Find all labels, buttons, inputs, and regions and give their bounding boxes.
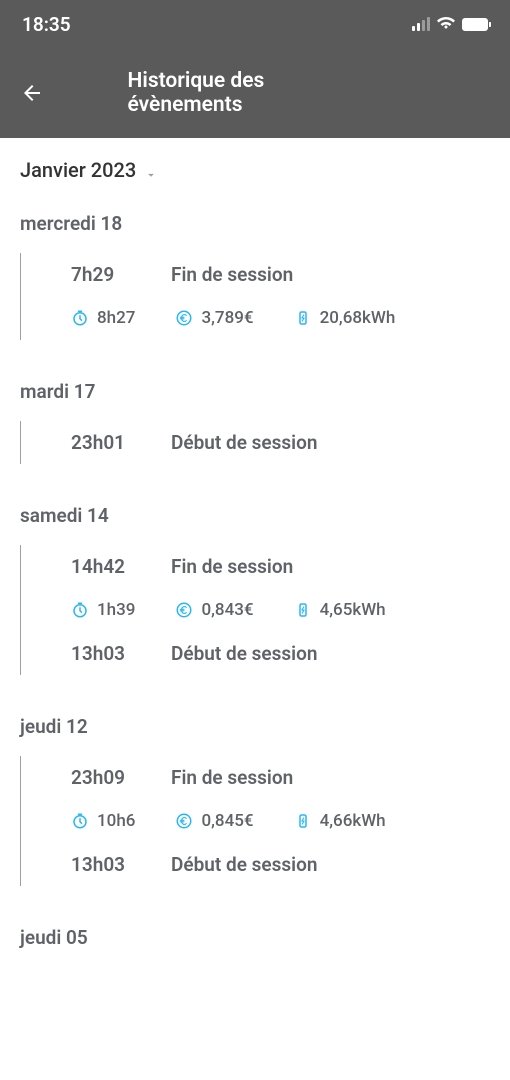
event-time: 14h42 <box>71 555 151 578</box>
metrics-row: 10h6 0,845€ 4,66kWh <box>21 799 490 843</box>
back-button[interactable] <box>20 81 60 105</box>
metric-cost-value: 0,845€ <box>201 811 253 831</box>
energy-icon <box>294 309 312 327</box>
metric-cost: 0,845€ <box>175 811 253 831</box>
day-section: samedi 14 14h42 Fin de session 1h39 0,843€ 4,… <box>20 504 490 675</box>
metric-duration: 8h27 <box>71 308 135 328</box>
stopwatch-icon <box>71 601 89 619</box>
status-icons <box>412 15 488 34</box>
metric-duration: 10h6 <box>71 811 135 831</box>
day-events: 23h01 Début de session <box>20 421 490 464</box>
month-selector[interactable]: Janvier 2023 <box>20 158 490 182</box>
energy-icon <box>294 812 312 830</box>
stopwatch-icon <box>71 812 89 830</box>
event-row[interactable]: 13h03 Début de session <box>21 632 490 675</box>
metric-duration-value: 8h27 <box>97 308 135 328</box>
metric-energy-value: 4,65kWh <box>320 600 386 620</box>
event-row[interactable]: 7h29 Fin de session <box>21 253 490 296</box>
wifi-icon <box>436 15 456 34</box>
battery-icon <box>462 18 488 31</box>
day-events: 23h09 Fin de session 10h6 0,845€ 4,66kWh 13h0… <box>20 756 490 886</box>
event-time: 23h09 <box>71 766 151 789</box>
month-label: Janvier 2023 <box>20 158 136 182</box>
day-label: mardi 17 <box>20 380 490 403</box>
metric-duration-value: 1h39 <box>97 600 135 620</box>
metric-energy: 4,65kWh <box>294 600 386 620</box>
event-time: 13h03 <box>71 853 151 876</box>
metric-cost-value: 3,789€ <box>201 308 253 328</box>
event-label: Début de session <box>171 853 317 876</box>
event-label: Début de session <box>171 642 317 665</box>
metric-duration: 1h39 <box>71 600 135 620</box>
metrics-row: 1h39 0,843€ 4,65kWh <box>21 588 490 632</box>
stopwatch-icon <box>71 309 89 327</box>
metrics-row: 8h27 3,789€ 20,68kWh <box>21 296 490 340</box>
day-label: mercredi 18 <box>20 212 490 235</box>
page-title: Historique des évènements <box>128 69 383 117</box>
day-events: 14h42 Fin de session 1h39 0,843€ 4,65kWh 13h0… <box>20 545 490 675</box>
event-row[interactable]: 14h42 Fin de session <box>21 545 490 588</box>
day-label: samedi 14 <box>20 504 490 527</box>
event-time: 13h03 <box>71 642 151 665</box>
app-header: Historique des évènements <box>0 48 510 138</box>
event-label: Début de session <box>171 431 317 454</box>
metric-energy: 20,68kWh <box>294 308 396 328</box>
chevron-down-icon <box>144 163 158 177</box>
day-section: mercredi 18 7h29 Fin de session 8h27 3,789€ 2… <box>20 212 490 340</box>
metric-energy-value: 20,68kWh <box>320 308 396 328</box>
euro-icon <box>175 309 193 327</box>
metric-cost: 3,789€ <box>175 308 253 328</box>
event-label: Fin de session <box>171 263 293 286</box>
metric-energy-value: 4,66kWh <box>320 811 386 831</box>
day-section: jeudi 05 <box>20 926 490 949</box>
metric-duration-value: 10h6 <box>97 811 135 831</box>
status-bar: 18:35 <box>0 0 510 48</box>
event-row[interactable]: 23h09 Fin de session <box>21 756 490 799</box>
event-label: Fin de session <box>171 555 293 578</box>
energy-icon <box>294 601 312 619</box>
event-time: 7h29 <box>71 263 151 286</box>
metric-energy: 4,66kWh <box>294 811 386 831</box>
euro-icon <box>175 812 193 830</box>
event-row[interactable]: 13h03 Début de session <box>21 843 490 886</box>
signal-icon <box>412 17 430 31</box>
day-section: mardi 17 23h01 Début de session <box>20 380 490 464</box>
day-section: jeudi 12 23h09 Fin de session 10h6 0,845€ 4,6… <box>20 715 490 886</box>
metric-cost-value: 0,843€ <box>201 600 253 620</box>
metric-cost: 0,843€ <box>175 600 253 620</box>
content: Janvier 2023 mercredi 18 7h29 Fin de sessi… <box>0 138 510 949</box>
event-row[interactable]: 23h01 Début de session <box>21 421 490 464</box>
day-label: jeudi 05 <box>20 926 490 949</box>
arrow-left-icon <box>20 81 44 105</box>
day-label: jeudi 12 <box>20 715 490 738</box>
status-time: 18:35 <box>22 13 71 36</box>
event-label: Fin de session <box>171 766 293 789</box>
event-time: 23h01 <box>71 431 151 454</box>
euro-icon <box>175 601 193 619</box>
day-events: 7h29 Fin de session 8h27 3,789€ 20,68kWh <box>20 253 490 340</box>
